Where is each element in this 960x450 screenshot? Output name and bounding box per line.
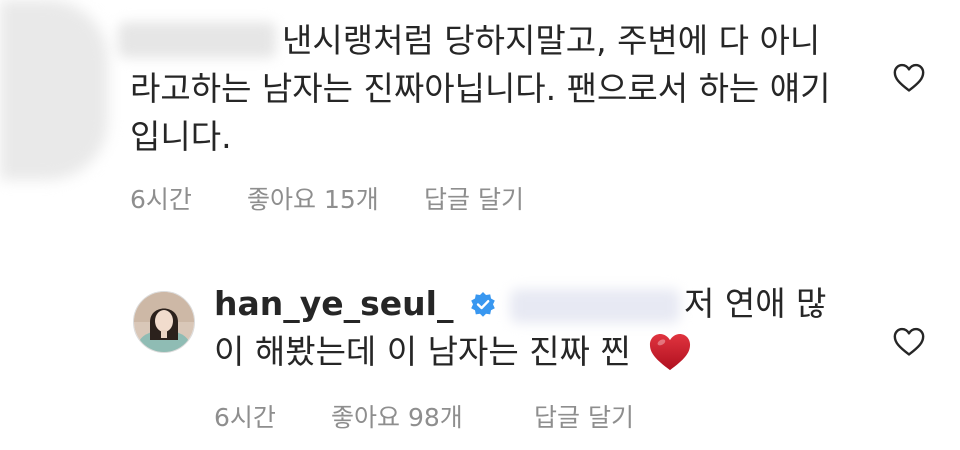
likes-count-link[interactable]: 좋아요 15개: [247, 180, 379, 216]
reply-comment-item: han_ye_seul_ 저 연애 많 이 해봤는데 이 남자는 진짜 찐 6시…: [0, 280, 960, 450]
profile-avatar[interactable]: [133, 291, 195, 353]
comment-item: 낸시랭처럼 당하지말고, 주변에 다 아니라고하는 남자는 진짜아닙니다. 팬으…: [0, 0, 960, 230]
reply-first-line: han_ye_seul_ 저 연애 많: [214, 280, 874, 328]
reply-second-line: 이 해봤는데 이 남자는 진짜 찐: [214, 328, 693, 376]
comment-timestamp: 6시간: [130, 185, 192, 214]
blurred-avatar: [0, 0, 108, 180]
reply-text-line1: 저 연애 많: [684, 284, 827, 323]
verified-badge-icon: [471, 292, 495, 317]
heart-outline-icon[interactable]: [892, 325, 926, 357]
reply-text-line2: 이 해봤는데 이 남자는 진짜 찐: [214, 332, 631, 371]
reply-button[interactable]: 답글 달기: [424, 180, 524, 216]
red-heart-emoji: [650, 333, 691, 370]
reply-button[interactable]: 답글 달기: [534, 398, 634, 434]
blurred-mention: [510, 289, 680, 323]
heart-outline-icon[interactable]: [892, 61, 926, 93]
likes-count-link[interactable]: 좋아요 98개: [331, 398, 463, 434]
avatar-photo: [134, 292, 194, 352]
username-link[interactable]: han_ye_seul_: [214, 280, 453, 328]
comment-text: 낸시랭처럼 당하지말고, 주변에 다 아니라고하는 남자는 진짜아닙니다. 팬으…: [130, 21, 831, 156]
comment-timestamp: 6시간: [214, 403, 276, 432]
